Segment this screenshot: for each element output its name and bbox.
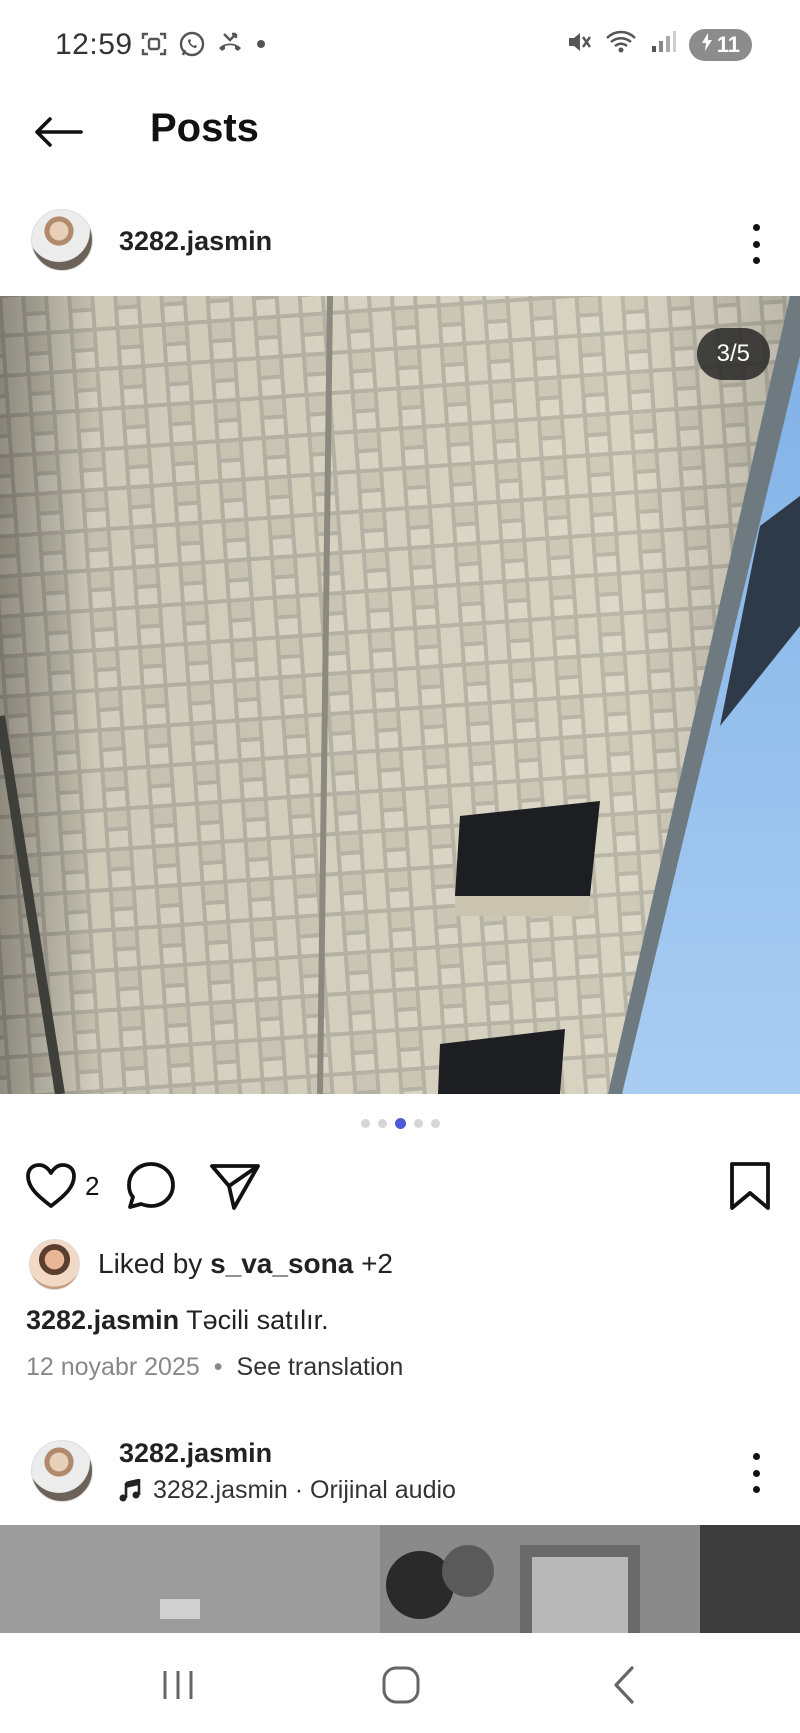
- post-username[interactable]: 3282.jasmin: [119, 226, 272, 257]
- dot-icon: [254, 37, 268, 56]
- back-icon: [614, 1666, 634, 1704]
- audio-label: 3282.jasmin · Orijinal audio: [153, 1476, 456, 1504]
- carousel-dot: [430, 1119, 440, 1128]
- home-icon: [382, 1666, 420, 1704]
- post-meta: 12 noyabr 2025 • See translation: [26, 1353, 403, 1382]
- status-icons-left: [140, 30, 268, 63]
- share-button[interactable]: [209, 1158, 261, 1214]
- avatar[interactable]: [31, 209, 93, 271]
- post-actions: 2: [0, 1158, 800, 1214]
- music-note-icon: [119, 1478, 141, 1501]
- battery-indicator: 11: [688, 28, 752, 61]
- liked-by-text: Liked by s_va_sona +2: [98, 1248, 393, 1280]
- liker-avatar: [29, 1238, 80, 1290]
- wifi-icon: [605, 28, 637, 61]
- next-post-image[interactable]: [0, 1525, 800, 1633]
- caption-username[interactable]: 3282.jasmin: [26, 1305, 179, 1335]
- brick-tower-photo: [0, 296, 800, 1094]
- top-bar: Posts: [0, 92, 800, 170]
- liked-by-row[interactable]: Liked by s_va_sona +2: [29, 1238, 393, 1290]
- see-translation-link[interactable]: See translation: [237, 1353, 404, 1382]
- next-post-photo: [0, 1525, 800, 1633]
- bookmark-icon: [730, 1162, 770, 1210]
- liked-by-prefix: Liked by: [98, 1248, 211, 1279]
- send-icon: [210, 1164, 260, 1210]
- page-title: Posts: [150, 106, 259, 150]
- post-date: 12 noyabr 2025: [26, 1353, 200, 1381]
- post-header: 3282.jasmin: [0, 206, 800, 276]
- back-button[interactable]: [30, 104, 86, 160]
- home-button[interactable]: [371, 1663, 431, 1707]
- arrow-left-icon: [35, 117, 83, 147]
- meta-separator: •: [213, 1353, 223, 1381]
- audio-row[interactable]: 3282.jasmin · Orijinal audio: [119, 1476, 456, 1505]
- avatar[interactable]: [31, 1440, 93, 1502]
- recent-apps-icon: [163, 1671, 193, 1699]
- heart-icon: [26, 1163, 76, 1208]
- carousel-dot: [413, 1119, 423, 1128]
- liked-by-more: +2: [353, 1248, 393, 1279]
- like-count: 2: [85, 1170, 100, 1201]
- liked-by-user[interactable]: s_va_sona: [210, 1248, 353, 1279]
- status-bar: 12:59 11: [0, 0, 800, 92]
- nav-back-button[interactable]: [594, 1663, 654, 1707]
- mute-icon: [565, 28, 593, 61]
- missed-call-icon: [216, 30, 244, 63]
- whatsapp-icon: [178, 30, 206, 63]
- screenshot-icon: [140, 30, 168, 63]
- caption-text: Təcili satılır.: [179, 1305, 329, 1335]
- comment-button[interactable]: [125, 1158, 177, 1214]
- battery-level: 11: [716, 31, 740, 57]
- like-button[interactable]: 2: [25, 1158, 99, 1214]
- comment-icon: [127, 1162, 175, 1209]
- signal-icon: [649, 28, 677, 61]
- next-post-username[interactable]: 3282.jasmin: [119, 1438, 272, 1469]
- more-options-icon[interactable]: [750, 224, 762, 264]
- status-icons-right: 11: [565, 28, 752, 61]
- status-time: 12:59: [55, 28, 133, 61]
- caption: 3282.jasmin Təcili satılır.: [26, 1305, 329, 1336]
- post-image[interactable]: 3/5: [0, 296, 800, 1094]
- save-button[interactable]: [727, 1158, 773, 1214]
- image-counter: 3/5: [696, 328, 770, 380]
- carousel-dot: [377, 1119, 387, 1128]
- battery-icon: [701, 32, 713, 58]
- carousel-dot-active: [394, 1118, 406, 1129]
- system-nav-bar: [0, 1633, 800, 1733]
- more-options-icon[interactable]: [750, 1453, 762, 1493]
- carousel-dot: [360, 1119, 370, 1128]
- carousel-dots: [0, 1118, 800, 1129]
- recent-apps-button[interactable]: [148, 1663, 208, 1707]
